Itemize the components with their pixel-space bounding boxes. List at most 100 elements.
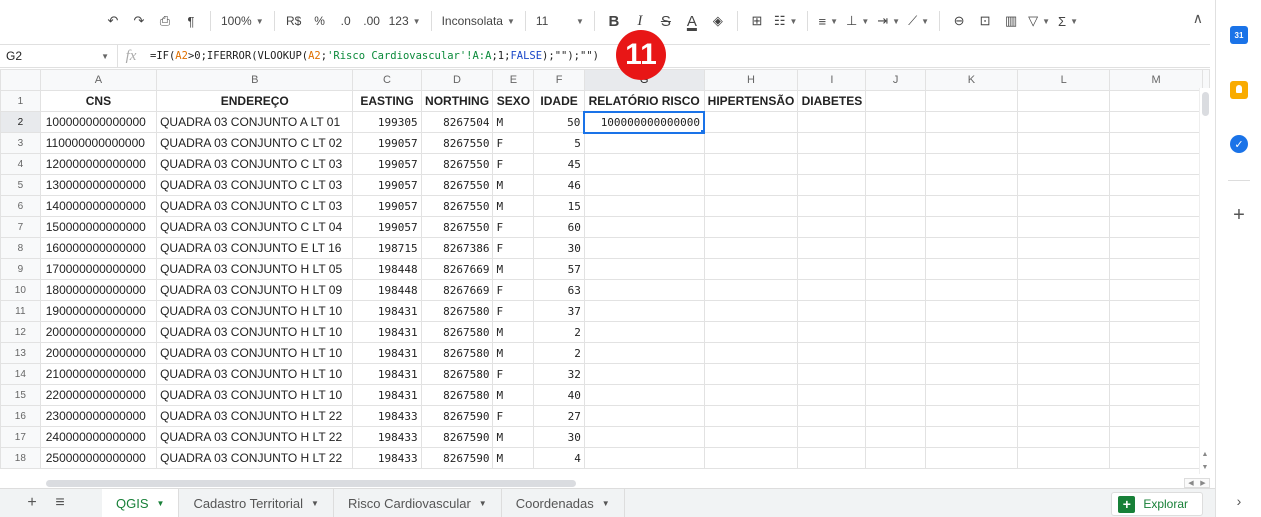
endereco-cell[interactable]: QUADRA 03 CONJUNTO C LT 03 (156, 195, 354, 217)
vertical-scrollbar[interactable] (1199, 88, 1210, 474)
chevron-down-icon[interactable]: ▼ (479, 499, 487, 508)
header-cell[interactable] (1109, 90, 1203, 112)
sexo-cell[interactable]: F (492, 237, 535, 259)
cell[interactable] (865, 321, 926, 343)
cell[interactable] (703, 216, 799, 238)
decrease-decimal-button[interactable]: .0 (333, 7, 359, 35)
cell[interactable] (1109, 132, 1203, 154)
northing-cell[interactable]: 8267580 (420, 342, 494, 364)
cns-cell[interactable]: 140000000000000 (39, 195, 158, 217)
relatorio-risco-cell[interactable] (583, 237, 705, 259)
idade-cell[interactable]: 40 (533, 384, 585, 406)
cell[interactable] (865, 216, 926, 238)
cell[interactable] (1109, 363, 1203, 385)
cell[interactable] (924, 300, 1019, 322)
cell[interactable] (865, 174, 926, 196)
cns-cell[interactable]: 250000000000000 (39, 447, 158, 469)
header-cell[interactable]: IDADE (533, 90, 585, 112)
cns-cell[interactable]: 110000000000000 (39, 132, 158, 154)
relatorio-risco-cell[interactable] (583, 447, 705, 469)
horizontal-scroll-thumb[interactable] (46, 480, 576, 487)
relatorio-risco-cell[interactable] (583, 258, 705, 280)
sexo-cell[interactable]: F (492, 153, 535, 175)
relatorio-risco-cell[interactable] (583, 405, 705, 427)
idade-cell[interactable]: 2 (533, 342, 585, 364)
cns-cell[interactable]: 120000000000000 (39, 153, 158, 175)
expand-panel-icon[interactable]: › (1230, 492, 1248, 510)
easting-cell[interactable]: 198431 (352, 363, 422, 385)
header-cell[interactable]: EASTING (352, 90, 422, 112)
header-cell[interactable] (924, 90, 1019, 112)
sheet-tab[interactable]: Cadastro Territorial ▼ (179, 489, 334, 517)
cell[interactable] (703, 111, 799, 133)
cell[interactable] (865, 342, 926, 364)
cns-cell[interactable]: 220000000000000 (39, 384, 158, 406)
scroll-right-icon[interactable]: ▶ (1200, 479, 1205, 487)
sheet-tab[interactable]: Coordenadas ▼ (502, 489, 625, 517)
print-icon[interactable]: ⎙ (152, 7, 178, 35)
cell[interactable] (1017, 426, 1111, 448)
vertical-scroll-arrows[interactable]: ▲ ▼ (1199, 448, 1210, 474)
header-cell[interactable]: ENDEREÇO (156, 90, 354, 112)
cell[interactable] (865, 153, 926, 175)
collapse-toolbar-icon[interactable]: ∧ (1193, 10, 1203, 27)
cell[interactable] (1017, 384, 1111, 406)
easting-cell[interactable]: 198433 (352, 405, 422, 427)
endereco-cell[interactable]: QUADRA 03 CONJUNTO C LT 04 (156, 216, 354, 238)
endereco-cell[interactable]: QUADRA 03 CONJUNTO H LT 10 (156, 384, 354, 406)
relatorio-risco-cell[interactable] (583, 342, 705, 364)
horizontal-scroll-arrows[interactable]: ◀ ▶ (1184, 478, 1210, 488)
cell[interactable] (703, 384, 799, 406)
easting-cell[interactable]: 199305 (352, 111, 422, 133)
row-header[interactable]: 6 (0, 195, 41, 217)
increase-decimal-button[interactable]: .00 (359, 7, 385, 35)
sexo-cell[interactable]: F (492, 405, 535, 427)
column-header-l[interactable]: L (1017, 69, 1111, 91)
easting-cell[interactable]: 198431 (352, 321, 422, 343)
row-header[interactable]: 18 (0, 447, 41, 469)
cell[interactable] (1017, 279, 1111, 301)
sheet-tab[interactable]: QGIS ▼ (102, 489, 180, 517)
header-cell[interactable]: DIABETES (797, 90, 867, 112)
cell[interactable] (924, 174, 1019, 196)
cell[interactable] (865, 405, 926, 427)
easting-cell[interactable]: 198433 (352, 447, 422, 469)
row-header[interactable]: 16 (0, 405, 41, 427)
column-header-e[interactable]: E (492, 69, 535, 91)
cell[interactable] (797, 237, 867, 259)
cell[interactable] (1017, 195, 1111, 217)
relatorio-risco-cell[interactable] (583, 300, 705, 322)
keep-icon[interactable] (1230, 81, 1248, 99)
cns-cell[interactable]: 210000000000000 (39, 363, 158, 385)
idade-cell[interactable]: 63 (533, 279, 585, 301)
endereco-cell[interactable]: QUADRA 03 CONJUNTO H LT 22 (156, 426, 354, 448)
easting-cell[interactable]: 198715 (352, 237, 422, 259)
easting-cell[interactable]: 199057 (352, 195, 422, 217)
column-header-a[interactable]: A (39, 69, 158, 91)
endereco-cell[interactable]: QUADRA 03 CONJUNTO E LT 16 (156, 237, 354, 259)
cell[interactable] (865, 426, 926, 448)
relatorio-risco-cell[interactable] (583, 132, 705, 154)
easting-cell[interactable]: 199057 (352, 174, 422, 196)
easting-cell[interactable]: 198448 (352, 258, 422, 280)
column-header-h[interactable]: H (703, 69, 799, 91)
easting-cell[interactable]: 198448 (352, 279, 422, 301)
add-sheet-icon[interactable]: + (18, 489, 46, 517)
cell[interactable] (703, 258, 799, 280)
idade-cell[interactable]: 60 (533, 216, 585, 238)
cell[interactable] (797, 174, 867, 196)
sexo-cell[interactable]: M (492, 447, 535, 469)
relatorio-risco-cell[interactable] (583, 321, 705, 343)
name-box[interactable]: G2 ▼ (0, 45, 118, 67)
sexo-cell[interactable]: M (492, 321, 535, 343)
cell[interactable] (703, 279, 799, 301)
header-cell[interactable]: SEXO (492, 90, 535, 112)
cell[interactable] (865, 300, 926, 322)
northing-cell[interactable]: 8267590 (420, 426, 494, 448)
easting-cell[interactable]: 198431 (352, 342, 422, 364)
relatorio-risco-cell[interactable] (583, 279, 705, 301)
cell[interactable] (1017, 237, 1111, 259)
endereco-cell[interactable]: QUADRA 03 CONJUNTO H LT 10 (156, 342, 354, 364)
cell[interactable] (703, 405, 799, 427)
header-cell[interactable] (1017, 90, 1111, 112)
